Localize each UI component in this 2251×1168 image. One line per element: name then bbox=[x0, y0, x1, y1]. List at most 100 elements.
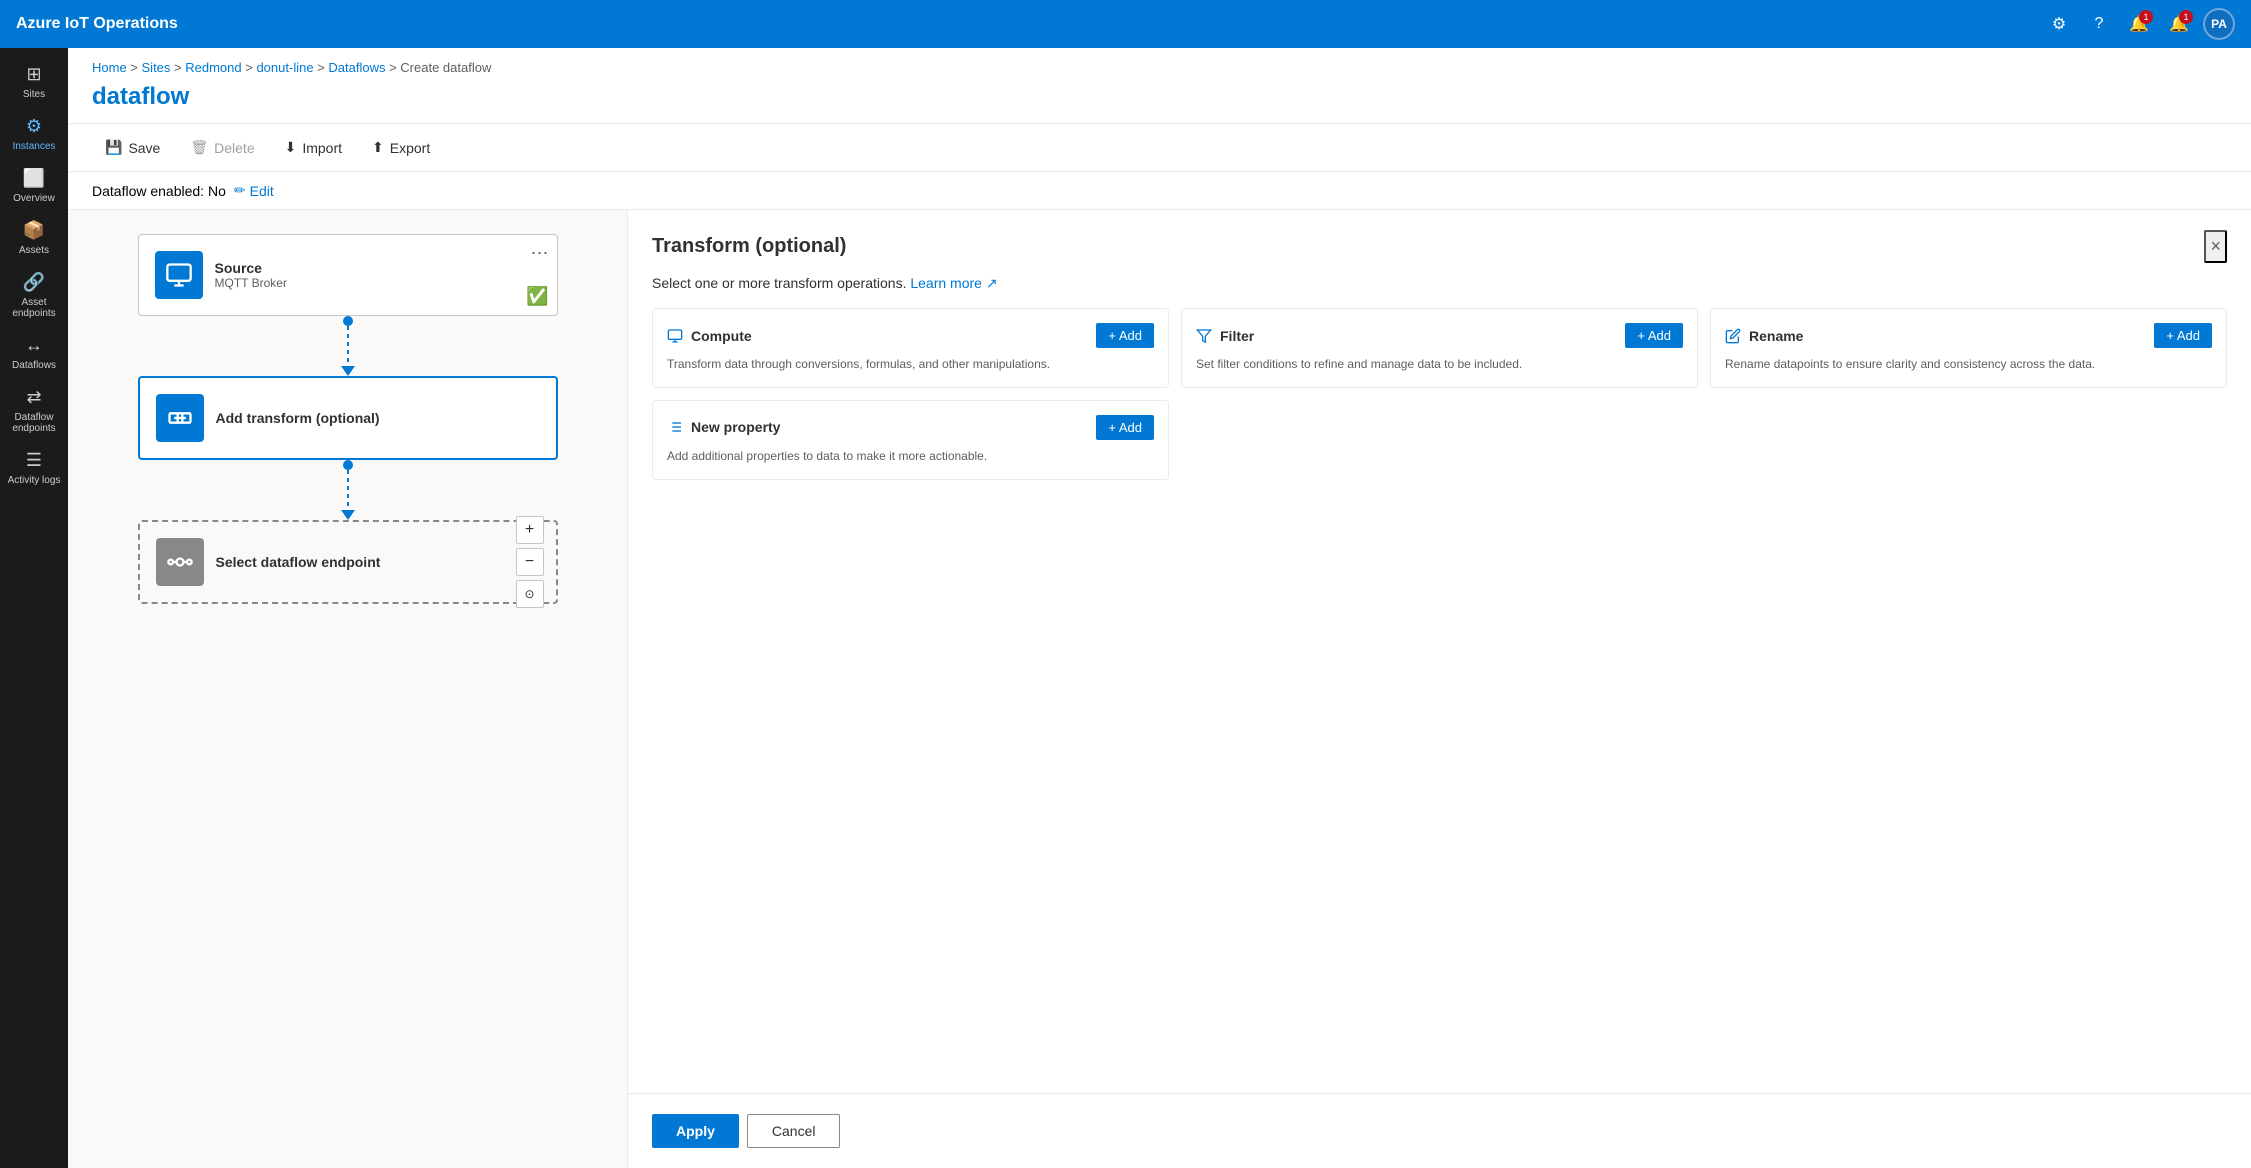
breadcrumb-donut-line[interactable]: donut-line bbox=[256, 60, 313, 75]
asset-endpoints-icon: 🔗 bbox=[23, 272, 45, 293]
rename-card-label: Rename bbox=[1749, 328, 1803, 344]
panel-subtitle: Select one or more transform operations.… bbox=[628, 271, 2251, 308]
transform-node-text: Add transform (optional) bbox=[216, 410, 540, 426]
overview-icon: ⬜ bbox=[23, 168, 45, 189]
endpoint-node-title: Select dataflow endpoint bbox=[216, 554, 540, 570]
page-header: dataflow bbox=[68, 79, 2251, 123]
breadcrumb-redmond[interactable]: Redmond bbox=[185, 60, 241, 75]
sidebar-item-asset-endpoints[interactable]: 🔗 Asset endpoints bbox=[0, 264, 68, 327]
endpoint-node-text: Select dataflow endpoint bbox=[216, 554, 540, 570]
transform-cards-grid: Compute + Add Transform data through con… bbox=[628, 308, 2251, 480]
content-area: Home > Sites > Redmond > donut-line > Da… bbox=[68, 48, 2251, 1168]
sidebar-item-assets-label: Assets bbox=[19, 245, 49, 256]
export-button[interactable]: ⬆ Export bbox=[359, 132, 443, 163]
new-property-card-header: New property + Add bbox=[667, 415, 1154, 440]
new-property-label: New property bbox=[667, 419, 780, 435]
rename-description: Rename datapoints to ensure clarity and … bbox=[1725, 356, 2212, 373]
endpoint-icon-box bbox=[156, 538, 204, 586]
dataflow-status: Dataflow enabled: No bbox=[92, 183, 226, 199]
page-title: dataflow bbox=[92, 83, 2227, 111]
connector-line-1 bbox=[347, 326, 349, 366]
edit-link[interactable]: ✏ Edit bbox=[234, 182, 274, 199]
sidebar-item-dataflow-endpoints[interactable]: ⇄ Dataflow endpoints bbox=[0, 379, 68, 442]
filter-icon bbox=[1196, 328, 1212, 344]
export-icon: ⬆ bbox=[372, 139, 384, 156]
sidebar-item-dataflows[interactable]: ↔ Dataflows bbox=[0, 327, 68, 379]
user-avatar[interactable]: PA bbox=[2203, 8, 2235, 40]
rename-card-header: Rename + Add bbox=[1725, 323, 2212, 348]
save-label: Save bbox=[128, 140, 160, 156]
source-node-text: Source MQTT Broker bbox=[215, 260, 541, 290]
source-node[interactable]: Source MQTT Broker ⋯ ✅ bbox=[138, 234, 558, 316]
new-property-description: Add additional properties to data to mak… bbox=[667, 448, 1154, 465]
notification-badge-1: 1 bbox=[2139, 10, 2153, 24]
toolbar: 💾 Save 🗑 Delete ⬇ Import ⬆ Export bbox=[68, 123, 2251, 172]
save-button[interactable]: 💾 Save bbox=[92, 132, 173, 163]
node-minus-btn[interactable]: − bbox=[516, 548, 544, 576]
source-node-menu[interactable]: ⋯ bbox=[531, 243, 549, 264]
panel-footer: Apply Cancel bbox=[628, 1093, 2251, 1168]
filter-add-button[interactable]: + Add bbox=[1625, 323, 1683, 348]
sidebar-item-instances[interactable]: ⚙ Instances bbox=[0, 108, 68, 160]
sidebar-item-overview-label: Overview bbox=[13, 193, 55, 204]
help-icon[interactable]: ? bbox=[2083, 8, 2115, 40]
cancel-button[interactable]: Cancel bbox=[747, 1114, 841, 1148]
dataflows-icon: ↔ bbox=[25, 335, 43, 356]
delete-button[interactable]: 🗑 Delete bbox=[177, 132, 267, 163]
activity-logs-icon: ☰ bbox=[26, 450, 42, 471]
breadcrumb-current: Create dataflow bbox=[400, 60, 491, 75]
edit-label: Edit bbox=[250, 183, 274, 199]
sidebar-item-sites-label: Sites bbox=[23, 89, 45, 100]
transform-card-rename: Rename + Add Rename datapoints to ensure… bbox=[1710, 308, 2227, 388]
source-node-title: Source bbox=[215, 260, 541, 276]
breadcrumb: Home > Sites > Redmond > donut-line > Da… bbox=[68, 48, 2251, 79]
sidebar-item-activity-logs[interactable]: ☰ Activity logs bbox=[0, 442, 68, 494]
dataflow-endpoints-icon: ⇄ bbox=[26, 387, 41, 408]
filter-add-label: + Add bbox=[1637, 328, 1671, 343]
source-icon-box bbox=[155, 251, 203, 299]
node-target-btn[interactable]: ⊙ bbox=[516, 580, 544, 608]
node-plus-btn[interactable]: + bbox=[516, 516, 544, 544]
sidebar-item-dataflows-label: Dataflows bbox=[12, 360, 56, 371]
learn-more-label: Learn more bbox=[910, 275, 982, 291]
sidebar-item-overview[interactable]: ⬜ Overview bbox=[0, 160, 68, 212]
export-label: Export bbox=[390, 140, 430, 156]
delete-label: Delete bbox=[214, 140, 254, 156]
sidebar-item-instances-label: Instances bbox=[13, 141, 56, 152]
transform-node-title: Add transform (optional) bbox=[216, 410, 540, 426]
panel-close-button[interactable]: × bbox=[2204, 230, 2227, 263]
source-node-subtitle: MQTT Broker bbox=[215, 276, 541, 290]
import-icon: ⬇ bbox=[285, 139, 297, 156]
sidebar-item-assets[interactable]: 📦 Assets bbox=[0, 212, 68, 264]
topnav: Azure IoT Operations ⚙ ? 🔔 1 🔔 1 PA bbox=[0, 0, 2251, 48]
learn-more-link[interactable]: Learn more ↗ bbox=[910, 275, 997, 291]
breadcrumb-dataflows[interactable]: Dataflows bbox=[328, 60, 385, 75]
connector-2 bbox=[341, 460, 355, 520]
transform-node[interactable]: Add transform (optional) bbox=[138, 376, 558, 460]
transform-card-compute: Compute + Add Transform data through con… bbox=[652, 308, 1169, 388]
compute-description: Transform data through conversions, form… bbox=[667, 356, 1154, 373]
rename-icon bbox=[1725, 328, 1741, 344]
assets-icon: 📦 bbox=[23, 220, 45, 241]
right-panel: Transform (optional) × Select one or mor… bbox=[628, 210, 2251, 1168]
new-property-add-label: + Add bbox=[1108, 420, 1142, 435]
new-property-add-button[interactable]: + Add bbox=[1096, 415, 1154, 440]
settings-icon[interactable]: ⚙ bbox=[2043, 8, 2075, 40]
sidebar-item-sites[interactable]: ⊞ Sites bbox=[0, 56, 68, 108]
endpoint-node-wrapper: Select dataflow endpoint + − ⊙ bbox=[92, 520, 603, 604]
transform-card-new-property: New property + Add Add additional proper… bbox=[652, 400, 1169, 480]
compute-add-button[interactable]: + Add bbox=[1096, 323, 1154, 348]
breadcrumb-home[interactable]: Home bbox=[92, 60, 127, 75]
rename-add-button[interactable]: + Add bbox=[2154, 323, 2212, 348]
compute-card-label: Compute bbox=[691, 328, 752, 344]
sidebar-item-dataflow-endpoints-label: Dataflow endpoints bbox=[4, 412, 64, 434]
notification-icon-2[interactable]: 🔔 1 bbox=[2163, 8, 2195, 40]
app-title: Azure IoT Operations bbox=[16, 15, 2043, 33]
filter-description: Set filter conditions to refine and mana… bbox=[1196, 356, 1683, 373]
connector-arrow-2 bbox=[341, 510, 355, 520]
apply-button[interactable]: Apply bbox=[652, 1114, 739, 1148]
notification-icon-1[interactable]: 🔔 1 bbox=[2123, 8, 2155, 40]
endpoint-node[interactable]: Select dataflow endpoint + − ⊙ bbox=[138, 520, 558, 604]
breadcrumb-sites[interactable]: Sites bbox=[142, 60, 171, 75]
import-button[interactable]: ⬇ Import bbox=[272, 132, 355, 163]
